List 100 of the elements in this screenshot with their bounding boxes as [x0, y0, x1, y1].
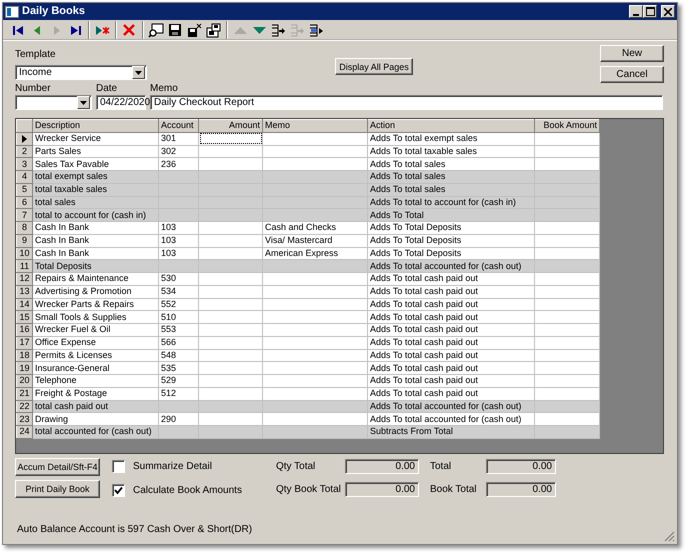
close-button[interactable]	[661, 5, 675, 18]
table-cell	[534, 362, 600, 374]
table-cell	[198, 298, 262, 311]
table-cell: Cash and Checks	[262, 222, 368, 234]
row-header[interactable]: 21	[16, 387, 32, 400]
table-cell	[534, 234, 600, 247]
window-title: Daily Books	[22, 4, 85, 20]
table-cell	[198, 324, 262, 336]
table-cell	[534, 222, 600, 234]
display-all-pages-button[interactable]: Display All Pages	[335, 58, 413, 75]
row-header[interactable]: 17	[16, 336, 32, 349]
table-cell: Freight & Postage	[32, 387, 158, 400]
table-cell: 529	[158, 374, 198, 388]
row-header[interactable]: 7	[16, 208, 32, 222]
status-text: Auto Balance Account is 597 Cash Over & Short(DR)	[17, 524, 252, 536]
row-header[interactable]: 16	[16, 324, 32, 336]
form-button[interactable]: Print Daily Book	[15, 480, 100, 498]
form-button[interactable]: Cancel	[600, 66, 664, 83]
table-cell: Adds To total cash paid out	[368, 349, 534, 362]
row-header[interactable]: 4	[16, 170, 32, 184]
row-header[interactable]: 2	[16, 145, 32, 158]
table-cell: 512	[158, 387, 198, 400]
table-cell	[198, 170, 262, 184]
table-cell	[198, 145, 262, 158]
table-cell: 301	[158, 132, 198, 145]
row-header[interactable]: 20	[16, 374, 32, 388]
table-cell: Adds To total cash paid out	[368, 310, 534, 324]
row-header[interactable]: 10	[16, 247, 32, 260]
table-cell	[534, 387, 600, 400]
find-button[interactable]	[147, 20, 165, 38]
table-cell: 103	[158, 234, 198, 247]
row-header[interactable]: 23	[16, 412, 32, 426]
table-cell	[198, 400, 262, 413]
memo-field[interactable]: Daily Checkout Report	[150, 95, 663, 110]
row-header[interactable]	[16, 132, 32, 145]
form-button[interactable]: New	[600, 45, 664, 62]
row-header[interactable]: 12	[16, 272, 32, 286]
table-cell: Wrecker Parts & Repairs	[32, 298, 158, 311]
table-cell: Wrecker Fuel & Oil	[32, 324, 158, 336]
row-header[interactable]: 22	[16, 400, 32, 413]
row-header[interactable]: 18	[16, 349, 32, 362]
row-header[interactable]: 19	[16, 362, 32, 374]
corner-cell	[16, 120, 32, 132]
app-icon	[5, 6, 19, 18]
table-cell: Telephone	[32, 374, 158, 388]
form-button[interactable]: Accum Detail/Sft-F4	[15, 458, 100, 476]
table-cell	[198, 234, 262, 247]
table-cell: Adds To total cash paid out	[368, 324, 534, 336]
minimize-button[interactable]	[629, 5, 643, 18]
table-cell: Total Deposits	[32, 260, 158, 272]
table-cell: Adds To total cash paid out	[368, 272, 534, 286]
number-dropdown[interactable]	[15, 95, 92, 110]
table-cell	[534, 272, 600, 286]
total-label: Qty Book Total	[276, 484, 342, 496]
table-cell: total sales	[32, 196, 158, 209]
table-cell: 535	[158, 362, 198, 374]
table-cell: Adds To total cash paid out	[368, 285, 534, 298]
amount-input[interactable]	[198, 132, 262, 145]
table-cell: Advertising & Promotion	[32, 285, 158, 298]
table-cell: Small Tools & Supplies	[32, 310, 158, 324]
table-cell	[534, 145, 600, 158]
table-cell	[534, 324, 600, 336]
row-header[interactable]: 24	[16, 426, 32, 438]
row-header[interactable]: 13	[16, 285, 32, 298]
maximize-icon	[646, 7, 654, 16]
row-header[interactable]: 15	[16, 310, 32, 324]
save-close-button[interactable]	[185, 20, 203, 38]
table-cell	[198, 272, 262, 286]
field-label: Template	[15, 49, 57, 61]
table-cell: Adds To total cash paid out	[368, 387, 534, 400]
template-dropdown[interactable]: Income	[15, 65, 147, 80]
table-cell: 103	[158, 222, 198, 234]
row-header[interactable]: 9	[16, 234, 32, 247]
table-cell: Cash In Bank	[32, 234, 158, 247]
checkbox[interactable]	[112, 460, 125, 473]
table-cell	[534, 208, 600, 222]
maximize-button[interactable]	[643, 5, 657, 18]
table-cell	[198, 336, 262, 349]
row-header[interactable]: 14	[16, 298, 32, 311]
resize-grip-icon	[664, 531, 675, 542]
row-header[interactable]: 8	[16, 222, 32, 234]
table-cell: Cash In Bank	[32, 222, 158, 234]
table-cell	[534, 349, 600, 362]
row-header[interactable]: 3	[16, 158, 32, 170]
field-label: Number	[15, 83, 52, 95]
table-cell: total cash paid out	[32, 400, 158, 413]
checkbox[interactable]	[112, 484, 125, 497]
row-header[interactable]: 11	[16, 260, 32, 272]
table-cell: Adds To Total	[368, 208, 534, 222]
checkbox-label: Summarize Detail	[133, 460, 212, 472]
table-cell: Adds To Total Deposits	[368, 234, 534, 247]
row-header[interactable]: 6	[16, 196, 32, 209]
total-field: 0.00	[345, 459, 419, 474]
row-header[interactable]: 5	[16, 183, 32, 196]
table-cell	[158, 260, 198, 272]
table-cell	[198, 387, 262, 400]
column-header: Description	[32, 120, 158, 132]
table-cell: 534	[158, 285, 198, 298]
table-cell: Adds To total sales	[368, 183, 534, 196]
total-label: Total	[430, 460, 452, 472]
